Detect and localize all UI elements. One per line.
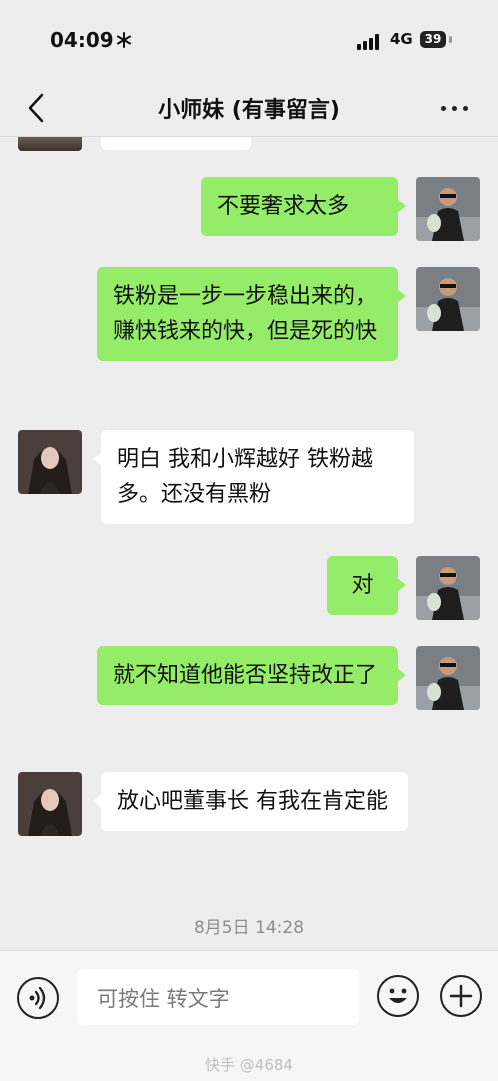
voice-input-button[interactable] bbox=[17, 977, 59, 1019]
smiley-icon bbox=[389, 988, 407, 1003]
chat-area: 不要奢求太多 铁粉是一步一步稳出来的，赚快钱来的快，但是死的快 明白 我和小辉越… bbox=[0, 137, 498, 950]
avatar-me[interactable] bbox=[416, 556, 480, 620]
network-type: 4G bbox=[390, 30, 413, 48]
chat-timestamp: 8月5日 14:28 bbox=[193, 918, 305, 938]
chevron-left-icon bbox=[28, 93, 44, 123]
chat-title: 小师妹 (有事留言) bbox=[158, 98, 340, 123]
message-bubble-me[interactable]: 铁粉是一步一步稳出来的，赚快钱来的快，但是死的快 bbox=[97, 267, 406, 361]
avatar-me[interactable] bbox=[416, 646, 480, 710]
message-bubble-me[interactable]: 就不知道他能否坚持改正了 bbox=[97, 646, 406, 705]
message-text: 铁粉是一步一步稳出来的，赚快钱来的快，但是死的快 bbox=[113, 284, 378, 344]
avatar-other[interactable] bbox=[18, 430, 82, 494]
battery-level: 39 bbox=[424, 32, 442, 46]
message-bubble-other[interactable]: 明白 我和小辉越好 铁粉越多。还没有黑粉 bbox=[93, 430, 414, 524]
message-bubble-me[interactable]: 不要奢求太多 bbox=[201, 177, 406, 236]
message-bubble-other[interactable]: 放心吧董事长 有我在肯定能 bbox=[93, 772, 408, 831]
emoji-button[interactable] bbox=[377, 975, 419, 1017]
status-time: 04:09 bbox=[50, 28, 114, 52]
input-placeholder: 可按住 转文字 bbox=[97, 987, 230, 1011]
message-bubble-partial bbox=[101, 137, 251, 150]
voice-icon bbox=[29, 986, 46, 1010]
message-text: 放心吧董事长 有我在肯定能 bbox=[117, 789, 388, 814]
status-bar: 04:09 4G 39 bbox=[0, 0, 498, 80]
avatar-other[interactable] bbox=[18, 772, 82, 836]
battery-icon: 39 bbox=[420, 31, 446, 48]
plus-icon bbox=[449, 984, 473, 1008]
avatar-me[interactable] bbox=[416, 267, 480, 331]
message-input[interactable]: 可按住 转文字 bbox=[77, 969, 359, 1025]
nav-bar: 小师妹 (有事留言) bbox=[0, 80, 498, 137]
message-text: 明白 我和小辉越好 铁粉越多。还没有黑粉 bbox=[117, 447, 373, 507]
watermark: 快手 @4684 bbox=[205, 1056, 293, 1074]
snowflake-icon bbox=[117, 32, 131, 48]
back-button[interactable] bbox=[22, 90, 54, 126]
signal-icon bbox=[357, 34, 383, 50]
avatar-me[interactable] bbox=[416, 177, 480, 241]
message-text: 对 bbox=[351, 573, 374, 598]
message-text: 就不知道他能否坚持改正了 bbox=[113, 663, 378, 688]
more-options-button[interactable] bbox=[435, 94, 475, 122]
message-text: 不要奢求太多 bbox=[217, 194, 350, 219]
avatar-other-partial bbox=[18, 137, 82, 151]
message-bubble-me[interactable]: 对 bbox=[327, 556, 406, 615]
add-button[interactable] bbox=[440, 975, 482, 1017]
